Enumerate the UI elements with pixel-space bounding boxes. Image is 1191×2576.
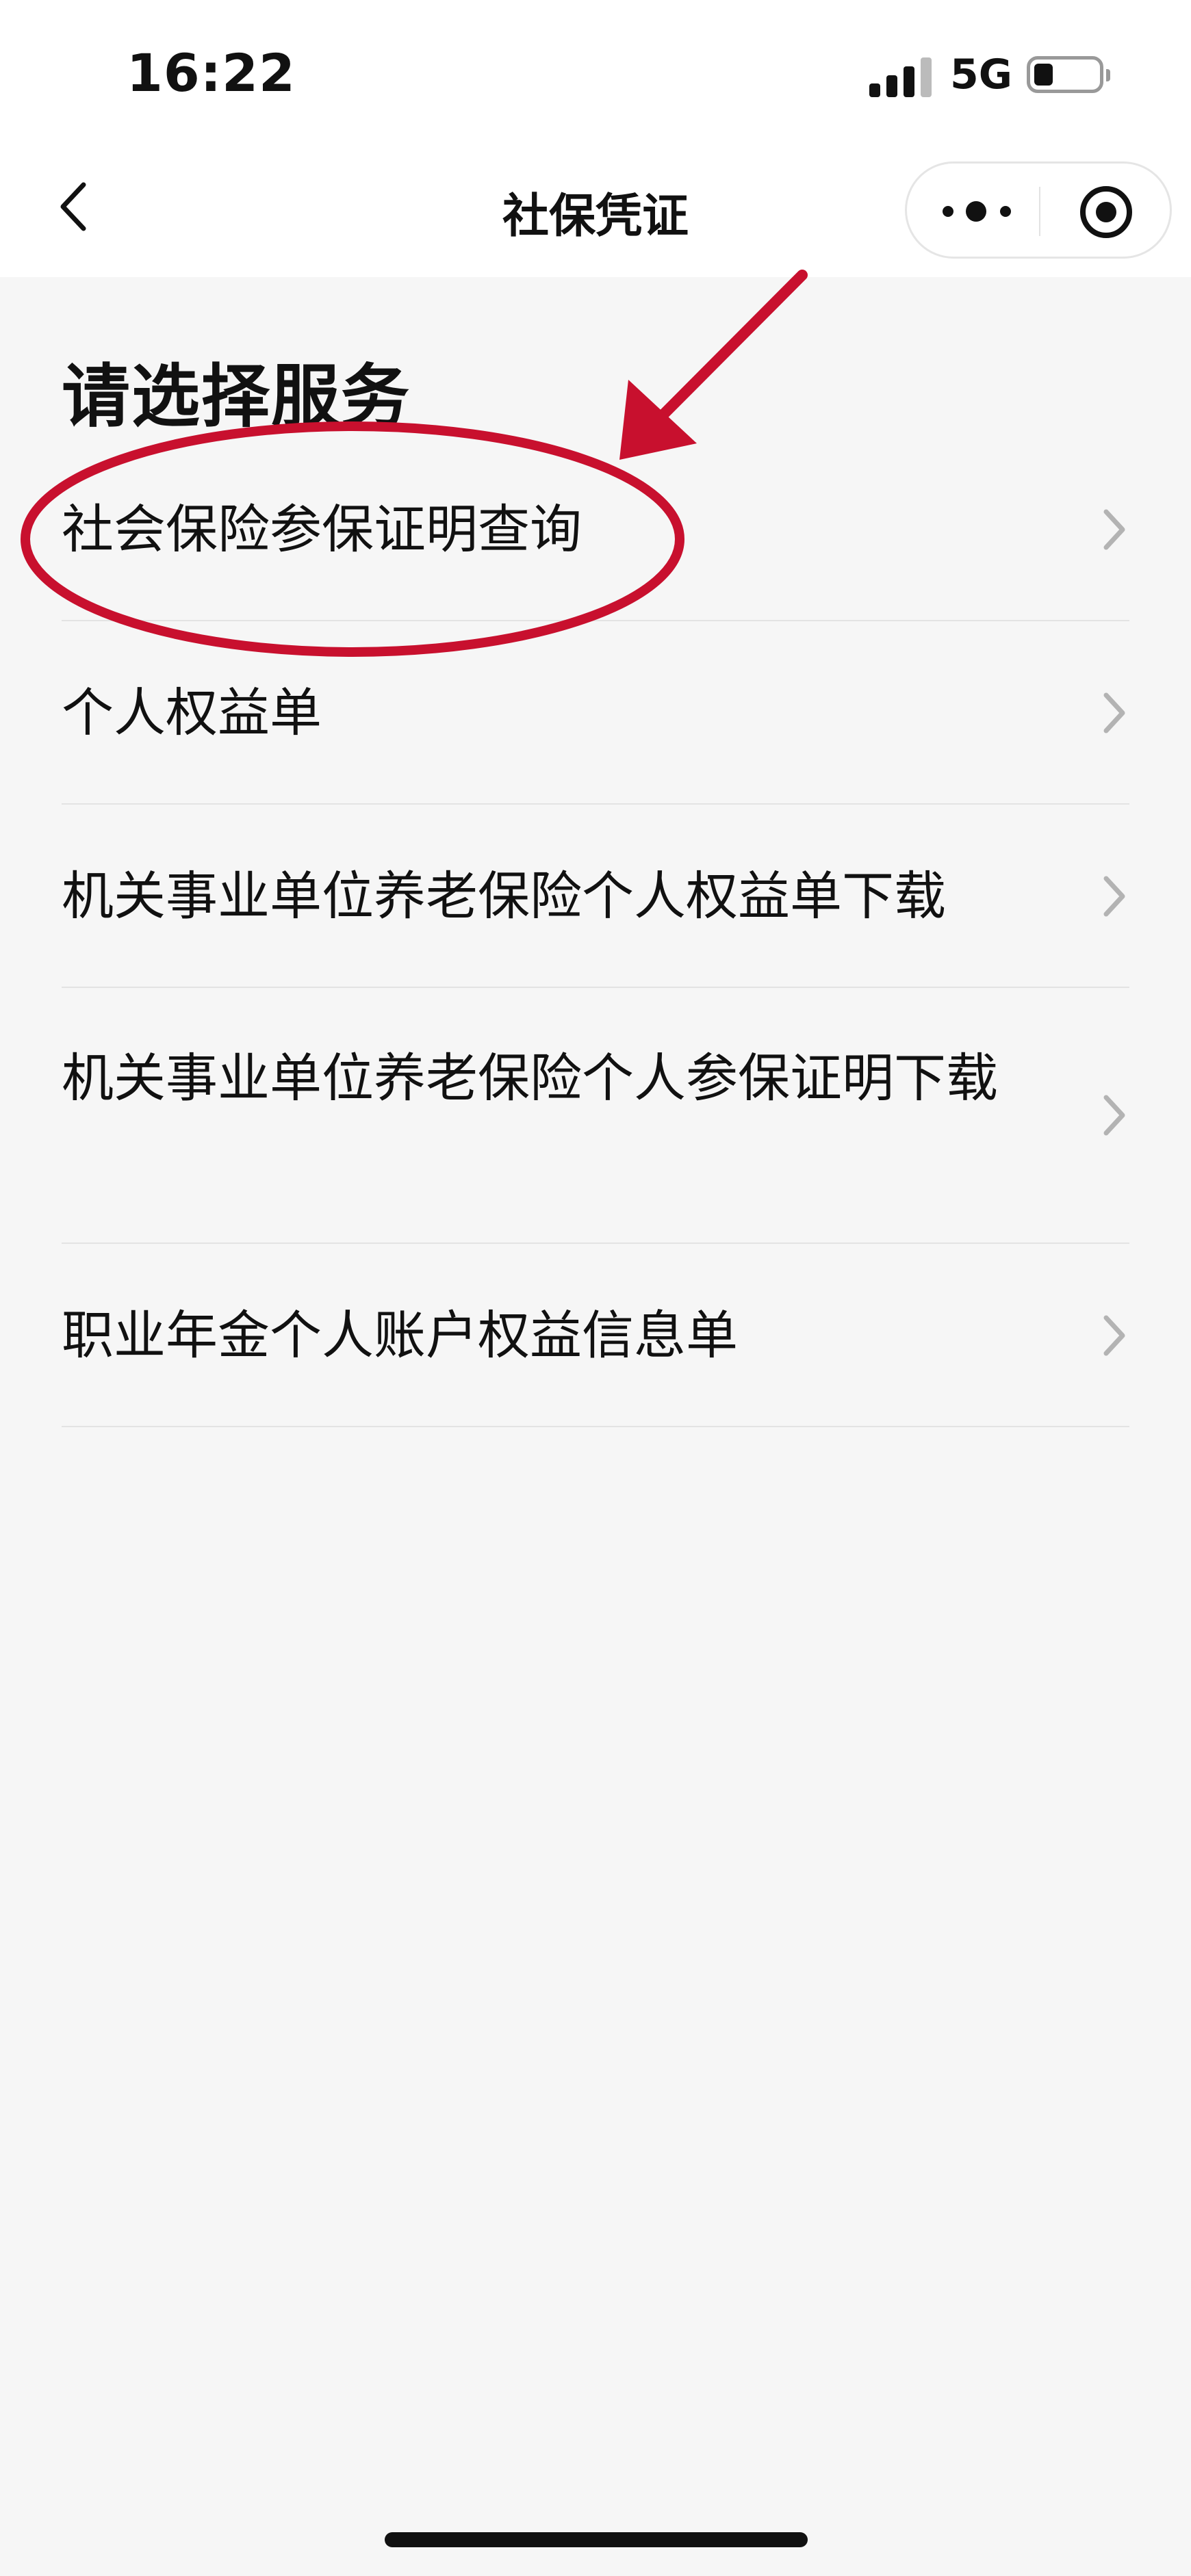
service-item[interactable]: 机关事业单位养老保险个人权益单下载 <box>62 805 1129 988</box>
screen: 16:22 5G 社保凭证 请选择服务 社会保险参保证明查询 个人权益单 机关事… <box>0 0 1191 2576</box>
target-icon[interactable] <box>1078 184 1134 240</box>
navigation-bar: 社保凭证 <box>0 137 1191 277</box>
network-type: 5G <box>950 51 1012 99</box>
chevron-right-icon <box>1103 1315 1125 1356</box>
chevron-right-icon <box>1103 692 1125 733</box>
capsule-divider <box>1039 187 1040 236</box>
arrow-shaft <box>652 270 808 426</box>
chevron-right-icon <box>1103 509 1125 550</box>
service-label: 社会保险参保证明查询 <box>62 499 582 560</box>
service-label: 机关事业单位养老保险个人参保证明下载 <box>62 1048 998 1108</box>
service-item[interactable]: 机关事业单位养老保险个人参保证明下载 <box>62 988 1129 1244</box>
mini-program-capsule <box>905 161 1172 259</box>
home-indicator <box>385 2532 808 2547</box>
service-label: 个人权益单 <box>62 682 322 743</box>
service-list: 社会保险参保证明查询 个人权益单 机关事业单位养老保险个人权益单下载 机关事业单… <box>62 438 1129 1427</box>
service-item[interactable]: 职业年金个人账户权益信息单 <box>62 1244 1129 1427</box>
status-bar: 16:22 5G <box>0 0 1191 137</box>
status-time: 16:22 <box>127 42 296 103</box>
service-label: 职业年金个人账户权益信息单 <box>62 1305 738 1366</box>
battery-level <box>1034 64 1053 86</box>
chevron-right-icon <box>1103 876 1125 917</box>
service-item[interactable]: 个人权益单 <box>62 621 1129 805</box>
more-dots-icon[interactable] <box>943 185 1014 237</box>
signal-icon <box>869 56 932 97</box>
section-title: 请选择服务 <box>62 356 411 437</box>
chevron-right-icon <box>1103 1095 1125 1136</box>
battery-icon <box>1027 56 1103 93</box>
service-item[interactable]: 社会保险参保证明查询 <box>62 438 1129 621</box>
battery-tip <box>1106 69 1110 81</box>
service-label: 机关事业单位养老保险个人权益单下载 <box>62 866 946 926</box>
